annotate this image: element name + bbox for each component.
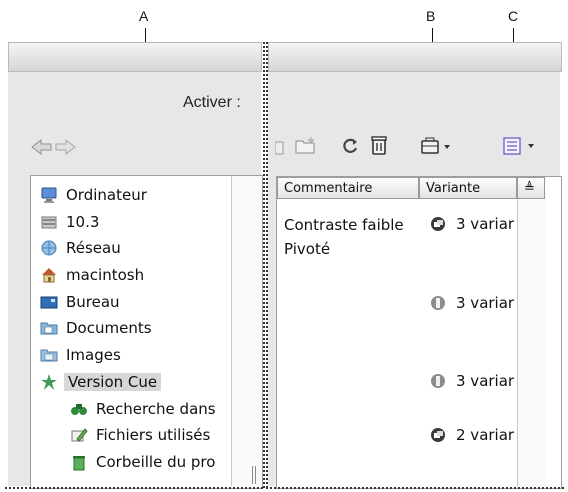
column-header-commentaire[interactable]: Commentaire (277, 177, 419, 199)
tree-item-documents[interactable]: Documents (40, 316, 152, 340)
tree-item-10-3[interactable]: 10.3 (40, 210, 99, 234)
tree-item-bureau[interactable]: Bureau (40, 290, 120, 314)
right-titlebar (268, 42, 562, 72)
variant-dark-icon (431, 428, 445, 442)
binoculars-icon (71, 404, 87, 415)
tree-item-version-cue[interactable]: Version Cue (40, 370, 162, 394)
tree-item-reseau[interactable]: Réseau (40, 236, 121, 260)
forward-arrow-icon[interactable] (54, 139, 76, 155)
version-cue-icon (41, 374, 57, 390)
new-folder-icon[interactable] (295, 135, 317, 155)
crop-line-bottom-left (5, 487, 263, 489)
variant-light-icon (431, 374, 445, 388)
tree-item-fichiers-utilises[interactable]: Fichiers utilisés (70, 423, 210, 447)
crop-line-bottom-right (266, 487, 564, 489)
crop-line-middle-left (263, 42, 265, 488)
column-sort-toggle[interactable]: ≜ (517, 177, 545, 199)
splitter-grip[interactable] (252, 466, 253, 484)
variant-cell: 3 variar (430, 215, 516, 233)
back-arrow-icon[interactable] (31, 139, 53, 155)
comment-cell: Pivoté (284, 240, 331, 258)
crop-line-middle-right (266, 42, 268, 488)
hard-drive-icon (41, 216, 57, 229)
tree-item-images[interactable]: Images (40, 343, 121, 367)
variant-cell: 3 variar (430, 294, 516, 312)
comment-cell: Contraste faible (284, 216, 404, 234)
refresh-icon[interactable] (341, 137, 359, 155)
variant-cell: 2 variar (430, 426, 516, 444)
pencil-icon (71, 428, 88, 442)
tree-item-macintosh[interactable]: macintosh (40, 263, 144, 287)
callout-b-label: B (426, 8, 436, 24)
variant-dark-icon (431, 217, 445, 231)
partial-toolbar-icon[interactable] (275, 140, 285, 156)
network-globe-icon (41, 240, 57, 256)
tree-item-recherche[interactable]: Recherche dans (70, 397, 216, 421)
file-list-scrollbar[interactable] (517, 177, 546, 486)
variant-cell: 3 variar (430, 372, 516, 390)
tree-item-corbeille[interactable]: Corbeille du pro (70, 450, 215, 474)
tree-item-ordinateur[interactable]: Ordinateur (40, 183, 147, 207)
folder-tree-scrollbar[interactable] (231, 176, 261, 486)
column-header-variante[interactable]: Variante (419, 177, 517, 199)
desktop-icon (40, 296, 58, 309)
activer-label: Activer : (183, 94, 241, 111)
tools-menu-icon[interactable] (420, 137, 454, 155)
callout-a-label: A (139, 8, 149, 24)
trash-icon (73, 456, 85, 471)
documents-folder-icon (40, 322, 58, 335)
splitter-grip-2[interactable] (255, 466, 256, 484)
variant-light-icon (431, 296, 445, 310)
computer-icon (41, 187, 57, 203)
callout-c-label: C (508, 8, 519, 24)
home-icon (42, 268, 56, 283)
left-titlebar (8, 42, 262, 72)
view-list-menu-icon[interactable] (502, 136, 540, 156)
delete-trash-icon[interactable] (370, 134, 388, 156)
images-folder-icon (40, 349, 58, 362)
